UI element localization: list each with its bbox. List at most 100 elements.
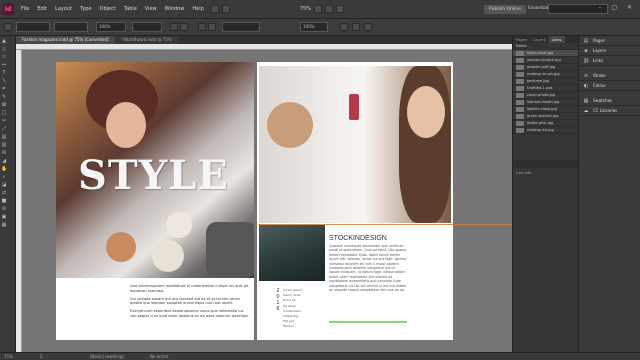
- effects-icon[interactable]: [340, 23, 348, 31]
- forest-image[interactable]: [259, 225, 325, 281]
- link-row[interactable]: style-cover.jpg: [513, 50, 578, 57]
- stroke-weight-field[interactable]: [222, 22, 260, 32]
- link-row[interactable]: makeup-brush.jpg: [513, 71, 578, 78]
- stock-icon[interactable]: [221, 5, 230, 13]
- align-icon[interactable]: [364, 23, 372, 31]
- style-cover-image[interactable]: STYLE: [56, 62, 254, 278]
- opacity-field[interactable]: 100%: [300, 22, 328, 32]
- link-row[interactable]: cover-photo.jpg: [513, 92, 578, 99]
- menu-edit[interactable]: Edit: [33, 6, 51, 12]
- text-wrap-icon[interactable]: [352, 23, 360, 31]
- menu-view[interactable]: View: [141, 6, 161, 12]
- menu-table[interactable]: Table: [120, 6, 141, 12]
- menu-type[interactable]: Type: [76, 6, 95, 12]
- rotate-field[interactable]: [132, 22, 162, 32]
- link-row[interactable]: fashion-model.jpg: [513, 99, 578, 106]
- dock-layers[interactable]: ◈ Layers: [579, 46, 640, 56]
- selection-tool-icon[interactable]: ▲: [1, 38, 7, 44]
- screen-mode-icon[interactable]: [324, 5, 333, 13]
- window-controls[interactable]: – ▢ ✕: [598, 4, 636, 11]
- link-row[interactable]: powder-puff.jpg: [513, 64, 578, 71]
- lipstick-photo[interactable]: [259, 66, 451, 223]
- hand-tool-icon[interactable]: ✋: [1, 166, 7, 172]
- link-row[interactable]: green-texture.jpg: [513, 113, 578, 120]
- menu-object[interactable]: Object: [96, 6, 120, 12]
- apply-color-icon[interactable]: ■: [1, 198, 7, 204]
- normal-view-icon[interactable]: ▣: [1, 214, 7, 220]
- eyedropper-tool-icon[interactable]: ◢: [1, 158, 7, 164]
- reference-point-icon[interactable]: [4, 23, 12, 31]
- page-left[interactable]: STYLE Quo omniemporem repellaturit ni mo…: [56, 62, 254, 340]
- stroke-swatch-icon[interactable]: [208, 23, 216, 31]
- link-row[interactable]: makeup-kit.jpg: [513, 127, 578, 134]
- direct-selection-tool-icon[interactable]: △: [1, 46, 7, 52]
- page-tool-icon[interactable]: ▭: [1, 54, 7, 60]
- dock-pages[interactable]: ▤ Pages: [579, 36, 640, 46]
- scissors-tool-icon[interactable]: ✂: [1, 118, 7, 124]
- type-tool-icon[interactable]: T: [1, 70, 7, 76]
- menu-file[interactable]: File: [17, 6, 33, 12]
- line-tool-icon[interactable]: ╲: [1, 78, 7, 84]
- fill-swatch-icon[interactable]: [198, 23, 206, 31]
- style-headline[interactable]: STYLE: [78, 152, 229, 199]
- rotate-icon[interactable]: [170, 23, 178, 31]
- x-field[interactable]: [16, 22, 50, 32]
- body-text-frame[interactable]: Quo omniemporem repellaturit ni moloriem…: [130, 284, 252, 322]
- pencil-tool-icon[interactable]: ✎: [1, 94, 7, 100]
- tab-layers[interactable]: Layers: [530, 36, 549, 43]
- dock-cc-libraries[interactable]: ☁ CC Libraries: [579, 106, 640, 116]
- scale-x-field[interactable]: 100%: [96, 22, 126, 32]
- arrange-icon[interactable]: [335, 5, 344, 13]
- preview-icon[interactable]: ▦: [1, 222, 7, 228]
- horizontal-ruler[interactable]: [16, 44, 512, 50]
- zoom-tool-icon[interactable]: ⌕: [1, 174, 7, 180]
- view-options-icon[interactable]: [313, 5, 322, 13]
- gradient-feather-tool-icon[interactable]: ▥: [1, 142, 7, 148]
- status-page[interactable]: 2: [40, 354, 43, 359]
- flip-icon[interactable]: [180, 23, 188, 31]
- dock-stroke[interactable]: ≡ Stroke: [579, 71, 640, 81]
- year-vertical[interactable]: 2 0 1 6: [275, 288, 281, 312]
- note-tool-icon[interactable]: ✉: [1, 150, 7, 156]
- status-profile[interactable]: [Basic] (working): [90, 354, 124, 359]
- link-row[interactable]: woman-lipstick.jpg: [513, 57, 578, 64]
- dock-colour[interactable]: ◐ Colour: [579, 81, 640, 91]
- stockindesign-body[interactable]: Quistem consequat doloreslam quo unintru…: [329, 244, 407, 292]
- apply-none-icon[interactable]: ⊘: [1, 206, 7, 212]
- status-preflight[interactable]: No errors: [150, 354, 168, 359]
- swap-icon[interactable]: ⇄: [1, 190, 7, 196]
- ruler-guide[interactable]: [258, 224, 512, 225]
- link-row[interactable]: lipstick-close.jpg: [513, 106, 578, 113]
- menu-help[interactable]: Help: [188, 6, 207, 12]
- dock-links[interactable]: ⛓ Links: [579, 56, 640, 66]
- link-row[interactable]: bottle-pink.jpg: [513, 120, 578, 127]
- tab-links[interactable]: Links: [548, 36, 565, 43]
- rectangle-frame-tool-icon[interactable]: ⊠: [1, 102, 7, 108]
- page-right[interactable]: STOCKINDESIGN Quistem consequat doloresl…: [257, 62, 453, 340]
- links-panel-footer[interactable]: [513, 160, 579, 168]
- contents-list[interactable]: Lorem ipsum Ipsum dolor Dolor sit Sit am…: [283, 288, 302, 330]
- bridge-icon[interactable]: [210, 5, 219, 13]
- link-info-label[interactable]: Link Info: [516, 171, 531, 175]
- gap-tool-icon[interactable]: ↔: [1, 62, 7, 68]
- menu-layout[interactable]: Layout: [51, 6, 76, 12]
- gradient-tool-icon[interactable]: ▤: [1, 134, 7, 140]
- tab-fashion-magazine[interactable]: Fashion magazine.indd @ 75% [Converted]: [16, 36, 115, 44]
- free-transform-tool-icon[interactable]: ⤢: [1, 126, 7, 132]
- publish-online-button[interactable]: Publish Online: [484, 5, 526, 14]
- fill-stroke-icon[interactable]: ◪: [1, 182, 7, 188]
- tab-word4word[interactable]: *Word4word.indd @ 75%: [115, 36, 178, 44]
- rectangle-tool-icon[interactable]: □: [1, 110, 7, 116]
- stockindesign-heading[interactable]: STOCKINDESIGN: [329, 235, 387, 242]
- links-panel: Pages Layers Links Name style-cover.jpg …: [512, 36, 579, 352]
- dock-swatches[interactable]: ▦ Swatches: [579, 96, 640, 106]
- w-field[interactable]: [54, 22, 88, 32]
- menu-window[interactable]: Window: [161, 6, 189, 12]
- pen-tool-icon[interactable]: ✒: [1, 86, 7, 92]
- zoom-level[interactable]: 75%: [300, 6, 311, 12]
- status-zoom[interactable]: 75%: [4, 354, 13, 359]
- vertical-ruler[interactable]: [16, 50, 22, 352]
- link-row[interactable]: Untitled-1.psd: [513, 85, 578, 92]
- tab-pages[interactable]: Pages: [513, 36, 530, 43]
- link-row[interactable]: perfume.jpg: [513, 78, 578, 85]
